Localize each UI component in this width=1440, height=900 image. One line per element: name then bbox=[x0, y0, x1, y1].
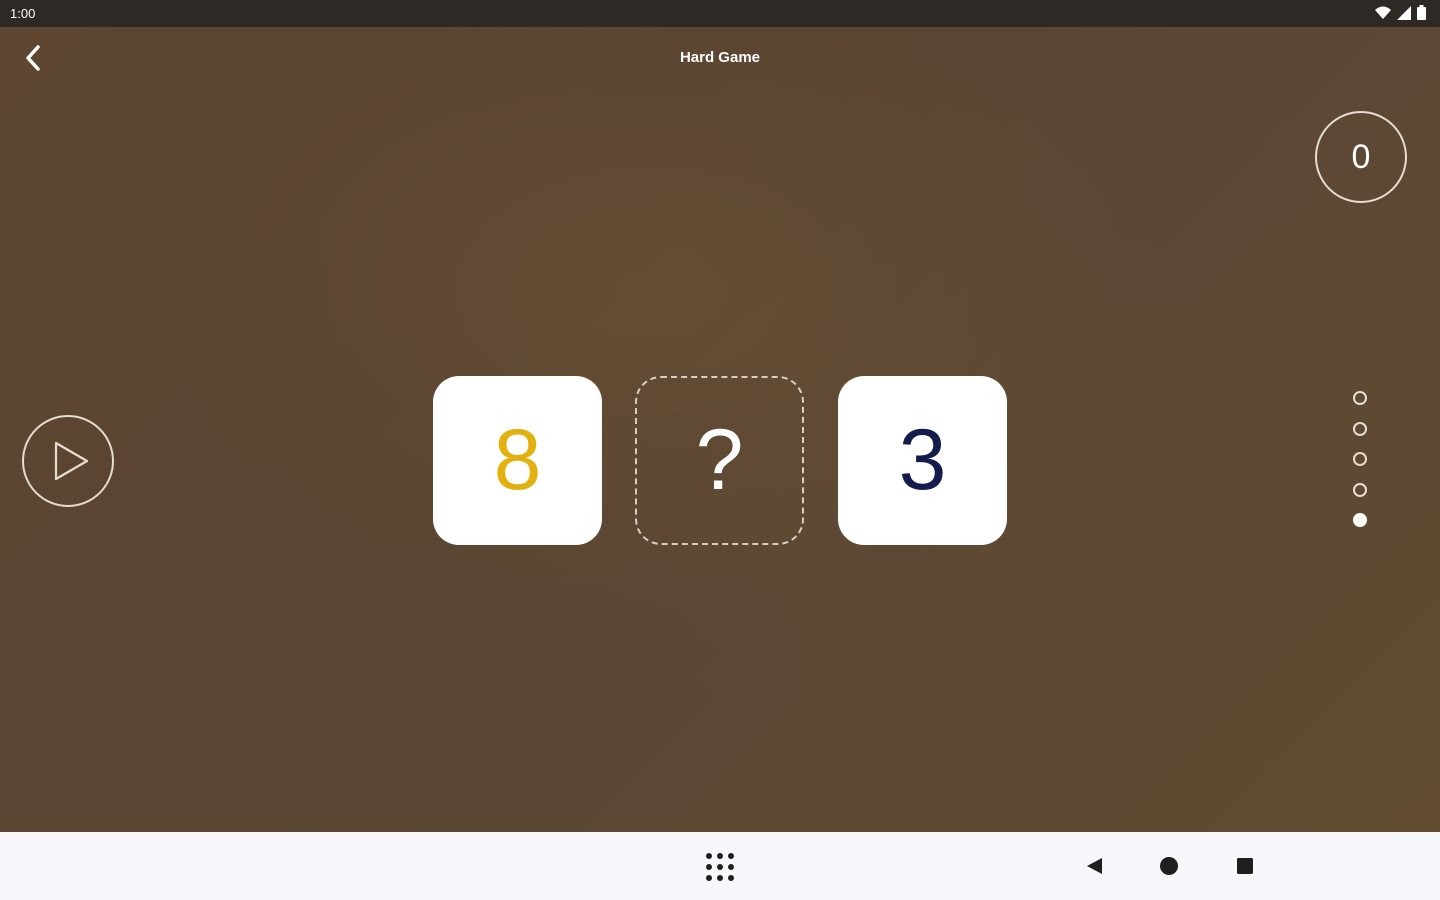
nav-back-button[interactable] bbox=[1084, 856, 1104, 881]
status-icons bbox=[1375, 5, 1426, 20]
battery-icon bbox=[1417, 5, 1426, 20]
progress-dot bbox=[1353, 482, 1367, 497]
number-card-value: 8 bbox=[493, 412, 542, 508]
number-card: 8 bbox=[433, 376, 602, 545]
progress-dot bbox=[1353, 391, 1367, 405]
progress-dot bbox=[1353, 421, 1367, 436]
nav-home-button[interactable] bbox=[1159, 856, 1179, 881]
signal-icon bbox=[1397, 5, 1411, 20]
app-grid-button[interactable] bbox=[704, 851, 736, 888]
play-icon bbox=[54, 441, 89, 481]
nav-recents-button[interactable] bbox=[1236, 857, 1254, 880]
score-value: 0 bbox=[1351, 137, 1371, 176]
nav-home-icon bbox=[1160, 857, 1178, 875]
number-card: 3 bbox=[838, 376, 1007, 545]
score-counter: 0 bbox=[1315, 111, 1407, 203]
status-time: 1:00 bbox=[10, 6, 36, 21]
game-screen: 1:00 Hard Game 0 8? 3 bbox=[0, 0, 1440, 900]
progress-dot bbox=[1353, 513, 1367, 527]
number-card-value: 3 bbox=[898, 412, 947, 508]
answer-slot[interactable]: ? bbox=[635, 376, 804, 545]
nav-recents-icon bbox=[1237, 858, 1253, 874]
wifi-icon bbox=[1375, 6, 1391, 19]
play-button[interactable] bbox=[22, 415, 114, 507]
nav-back-icon bbox=[1087, 858, 1102, 874]
status-bar: 1:00 bbox=[0, 0, 1440, 27]
page-title: Hard Game bbox=[679, 49, 761, 66]
answer-slot-text: ? bbox=[695, 412, 744, 508]
progress-dot bbox=[1353, 452, 1367, 466]
app-grid-icon bbox=[706, 853, 734, 881]
navigation-bar bbox=[0, 832, 1440, 900]
